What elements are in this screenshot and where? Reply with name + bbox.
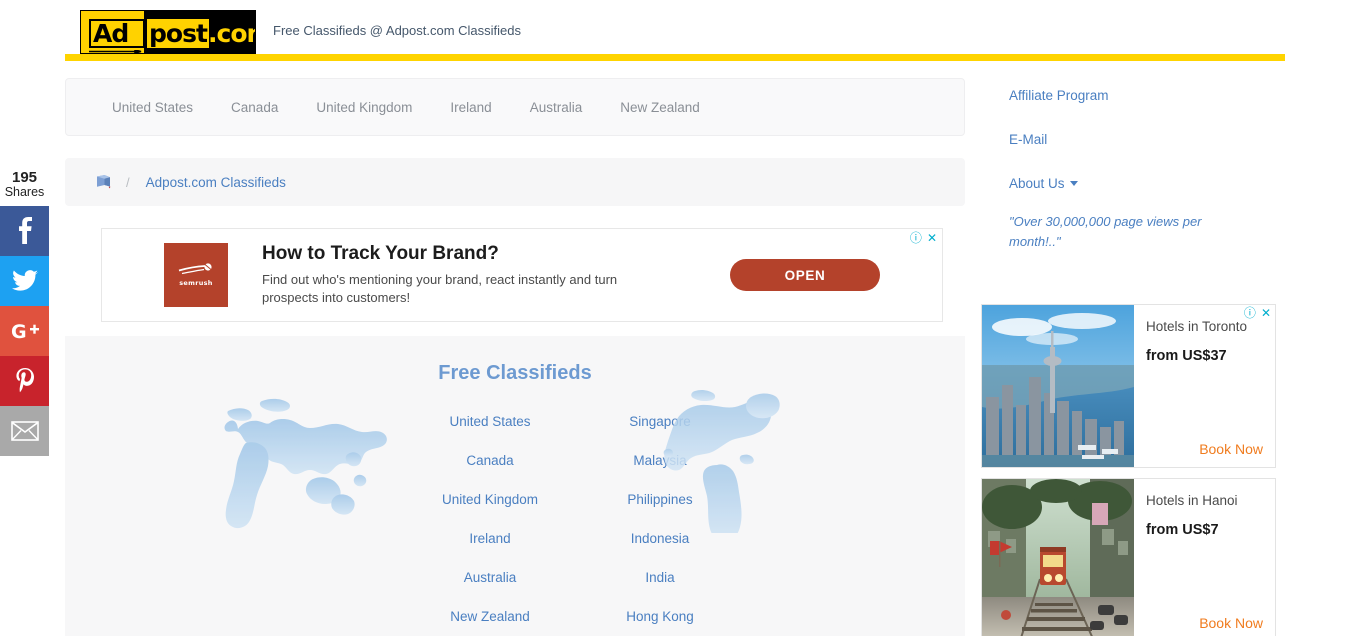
google-plus-icon: G: [11, 321, 39, 341]
hotel-ad-book-now-link[interactable]: Book Now: [1199, 441, 1263, 457]
fc-link-united-states[interactable]: United States: [405, 414, 575, 429]
share-count-number: 195: [11, 169, 38, 186]
site-header: Ad post .com TM Free Classifieds @ Adpos…: [0, 0, 1350, 68]
ad-description: Find out who's mentioning your brand, re…: [262, 272, 618, 305]
ad-choices-controls: ⓘ ✕: [1244, 307, 1271, 319]
hotel-ads-container: ⓘ ✕ Hotels in Toronto from US$37 Book No…: [981, 304, 1276, 636]
email-share-button[interactable]: [0, 405, 49, 456]
site-logo[interactable]: Ad post .com TM: [80, 10, 256, 54]
breadcrumb-separator: /: [126, 174, 130, 190]
semrush-swoosh-icon: [178, 263, 212, 275]
google-plus-share-button[interactable]: G: [0, 305, 49, 356]
breadcrumb-current[interactable]: Adpost.com Classifieds: [146, 175, 286, 190]
logo-text-com: .com: [208, 19, 255, 48]
sidebar-links: Affiliate Program E-Mail About Us: [1009, 88, 1299, 191]
hotel-ad-card[interactable]: ⓘ ✕ Hotels in Toronto from US$37 Book No…: [981, 304, 1276, 468]
share-count-label: Shares: [4, 184, 45, 199]
fc-link-canada[interactable]: Canada: [405, 453, 575, 468]
hotel-ad-body: Hotels in Hanoi from US$7 Book Now: [1134, 479, 1275, 636]
sidebar-link-about-us-label: About Us: [1009, 176, 1065, 191]
ad-open-button[interactable]: OPEN: [730, 259, 880, 291]
country-nav-item-ireland[interactable]: Ireland: [450, 100, 491, 115]
ad-info-icon[interactable]: ⓘ: [910, 232, 922, 244]
pinterest-share-button[interactable]: [0, 355, 49, 406]
ad-copy: How to Track Your Brand? Find out who's …: [262, 243, 662, 307]
free-classifieds-panel: Free Classifieds United States Singapore…: [65, 336, 965, 636]
svg-text:G: G: [11, 321, 27, 341]
fc-link-united-kingdom[interactable]: United Kingdom: [405, 492, 575, 507]
eastern-hemisphere-map: [224, 398, 387, 529]
fc-link-new-zealand[interactable]: New Zealand: [405, 609, 575, 624]
fc-link-australia[interactable]: Australia: [405, 570, 575, 585]
twitter-icon: [11, 270, 38, 292]
country-nav-item-canada[interactable]: Canada: [231, 100, 278, 115]
sidebar-link-about-us[interactable]: About Us: [1009, 176, 1299, 191]
ad-choices-controls: ⓘ ✕: [910, 232, 937, 244]
advertiser-logo: semrush: [164, 243, 228, 307]
chevron-down-icon: [1069, 181, 1078, 186]
breadcrumb: / Adpost.com Classifieds: [65, 158, 965, 206]
sponsored-banner-ad: ⓘ ✕ semrush How to Track Your Brand? Fin…: [101, 228, 943, 322]
country-nav-item-australia[interactable]: Australia: [530, 100, 583, 115]
free-classifieds-title: Free Classifieds: [438, 362, 592, 384]
facebook-share-button[interactable]: [0, 205, 49, 256]
sidebar-link-affiliate-program[interactable]: Affiliate Program: [1009, 88, 1299, 103]
hotel-ad-title: Hotels in Hanoi: [1146, 493, 1238, 508]
hotel-ad-body: Hotels in Toronto from US$37 Book Now: [1134, 305, 1275, 467]
country-nav-item-united-states[interactable]: United States: [112, 100, 193, 115]
hotel-ad-price: from US$37: [1146, 348, 1227, 364]
logo-trademark: TM: [241, 12, 254, 22]
right-sidebar: Affiliate Program E-Mail About Us "Over …: [1009, 88, 1299, 252]
fc-link-hong-kong[interactable]: Hong Kong: [575, 609, 745, 624]
fc-link-indonesia[interactable]: Indonesia: [575, 531, 745, 546]
hotel-ad-card[interactable]: Hotels in Hanoi from US$7 Book Now: [981, 478, 1276, 636]
pinterest-icon: [15, 367, 35, 394]
social-share-rail: 195 Shares G: [0, 170, 49, 456]
country-nav-bar: United States Canada United Kingdom Irel…: [65, 78, 965, 136]
hotel-ad-title: Hotels in Toronto: [1146, 319, 1248, 334]
western-hemisphere-map: [663, 389, 780, 533]
fc-link-india[interactable]: India: [575, 570, 745, 585]
twitter-share-button[interactable]: [0, 255, 49, 306]
ad-headline: How to Track Your Brand?: [262, 243, 499, 264]
hotel-ad-book-now-link[interactable]: Book Now: [1199, 615, 1263, 631]
ad-close-icon[interactable]: ✕: [927, 232, 937, 244]
hanoi-train-street-photo: [982, 479, 1134, 636]
envelope-icon: [10, 421, 39, 441]
country-nav-item-new-zealand[interactable]: New Zealand: [620, 100, 700, 115]
sidebar-quote: "Over 30,000,000 page views per month!..…: [1009, 214, 1202, 249]
facebook-icon: [17, 217, 32, 245]
book-icon: [97, 175, 111, 189]
logo-text-ad: Ad: [93, 19, 129, 48]
country-nav-item-united-kingdom[interactable]: United Kingdom: [316, 100, 412, 115]
toronto-skyline-photo: [982, 305, 1134, 467]
logo-arrow-right-icon: [89, 50, 142, 53]
fc-link-ireland[interactable]: Ireland: [405, 531, 575, 546]
sidebar-link-email[interactable]: E-Mail: [1009, 132, 1299, 147]
site-tagline: Free Classifieds @ Adpost.com Classified…: [273, 23, 522, 38]
hotel-ad-price: from US$7: [1146, 522, 1219, 538]
header-yellow-rule: [65, 54, 1285, 61]
advertiser-name: semrush: [179, 279, 213, 287]
logo-text-post: post: [149, 19, 208, 48]
ad-close-icon[interactable]: ✕: [1261, 307, 1271, 319]
share-count: 195 Shares: [0, 170, 49, 206]
main-content-column: United States Canada United Kingdom Irel…: [65, 78, 965, 636]
ad-info-icon[interactable]: ⓘ: [1244, 307, 1256, 319]
logo-arrow-left-icon: [150, 14, 207, 17]
